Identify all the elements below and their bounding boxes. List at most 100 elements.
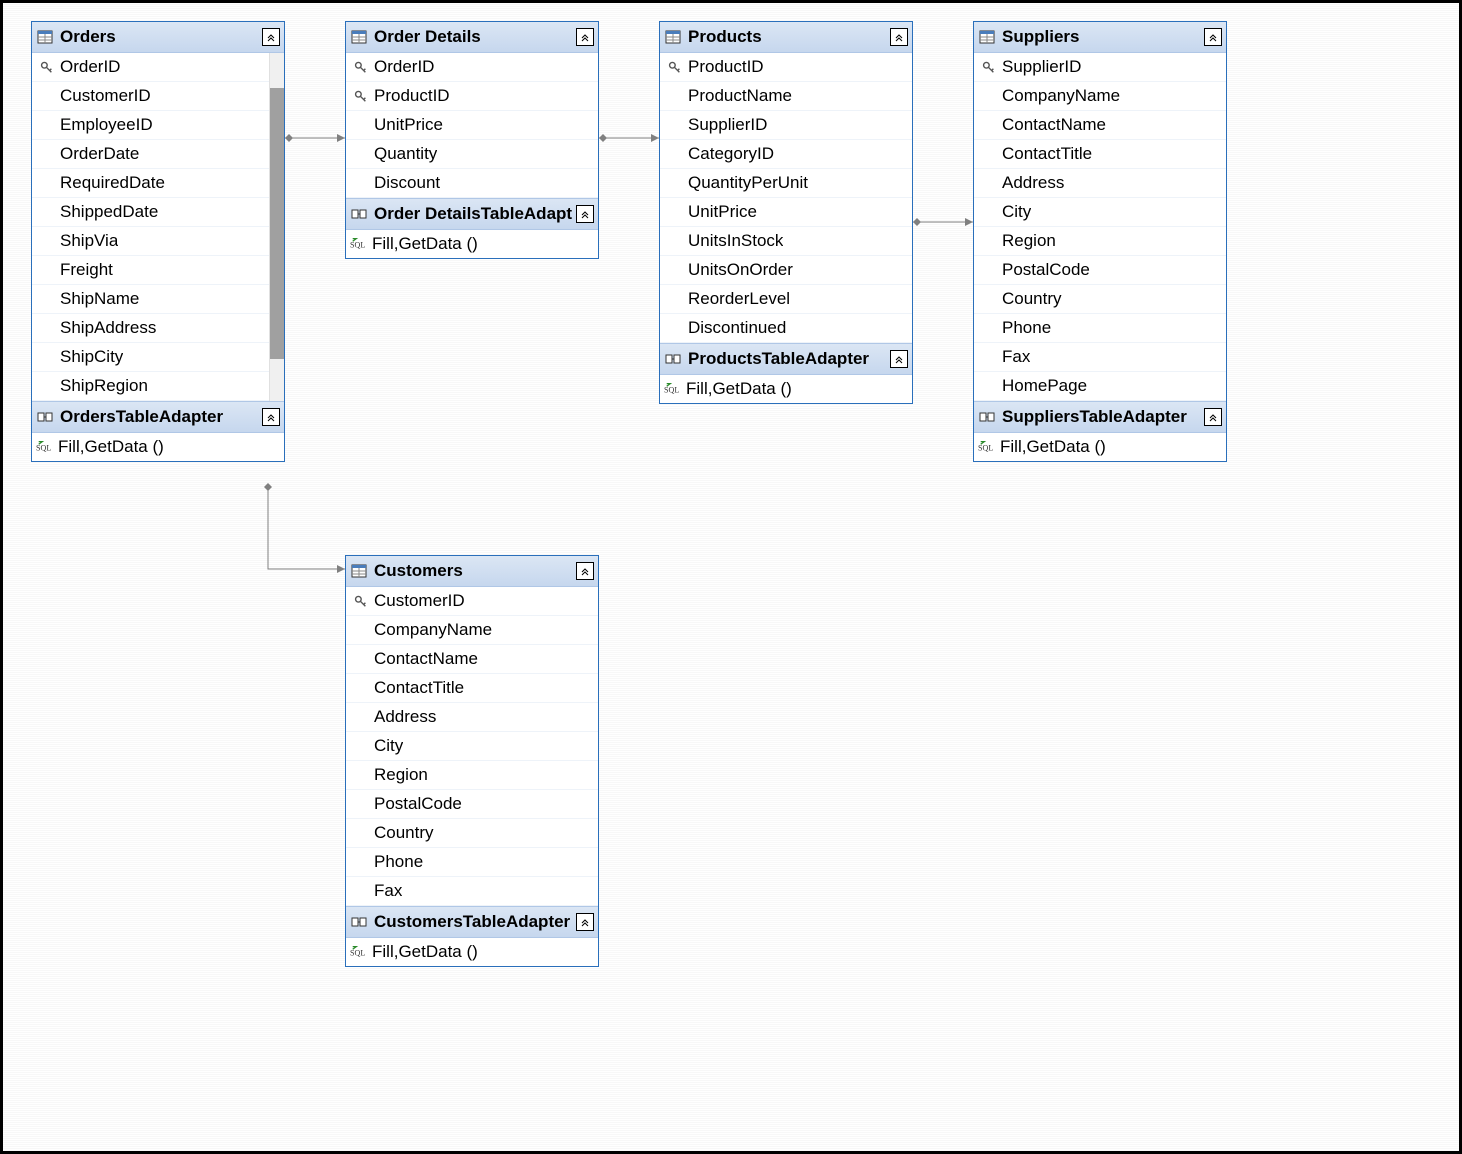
column-name: SupplierID [1000, 57, 1081, 77]
column-row[interactable]: ContactTitle [974, 140, 1226, 169]
column-row[interactable]: ContactName [346, 645, 598, 674]
column-row[interactable]: ContactTitle [346, 674, 598, 703]
column-row[interactable]: SupplierID [660, 111, 912, 140]
column-row[interactable]: Country [974, 285, 1226, 314]
collapse-icon[interactable] [890, 350, 908, 368]
table-adapter-header[interactable]: Order DetailsTableAdapter [346, 198, 598, 230]
column-row[interactable]: OrderDate [32, 140, 269, 169]
collapse-icon[interactable] [1204, 28, 1222, 46]
table-header[interactable]: Order Details [346, 22, 598, 53]
column-row[interactable]: Country [346, 819, 598, 848]
column-name: Region [372, 765, 428, 785]
column-row[interactable]: ShipName [32, 285, 269, 314]
collapse-icon[interactable] [262, 28, 280, 46]
table-title: Order Details [372, 27, 572, 47]
column-row[interactable]: CustomerID [32, 82, 269, 111]
svg-text:SQL: SQL [350, 241, 365, 250]
column-name: RequiredDate [58, 173, 165, 193]
column-row[interactable]: RequiredDate [32, 169, 269, 198]
dataset-designer-canvas[interactable]: OrdersOrderIDCustomerIDEmployeeIDOrderDa… [0, 0, 1462, 1154]
column-name: UnitPrice [686, 202, 757, 222]
table-orderdetails[interactable]: Order Details OrderIDProductIDUnitPrice Qu… [345, 21, 599, 259]
column-name: QuantityPerUnit [686, 173, 808, 193]
column-row[interactable]: Discount [346, 169, 598, 198]
column-row[interactable]: Region [974, 227, 1226, 256]
collapse-icon[interactable] [576, 562, 594, 580]
column-row[interactable]: Region [346, 761, 598, 790]
column-row[interactable]: Freight [32, 256, 269, 285]
table-icon [350, 562, 368, 580]
table-columns: SupplierID CompanyNameContactNameContactT… [974, 53, 1226, 401]
collapse-icon[interactable] [890, 28, 908, 46]
column-row[interactable]: ProductName [660, 82, 912, 111]
column-row[interactable]: Fax [346, 877, 598, 906]
column-row[interactable]: Address [346, 703, 598, 732]
adapter-method: Fill,GetData () [686, 379, 792, 399]
table-header[interactable]: Orders [32, 22, 284, 53]
table-adapter-header[interactable]: ProductsTableAdapter [660, 343, 912, 375]
column-row[interactable]: ShipVia [32, 227, 269, 256]
adapter-title: CustomersTableAdapter [372, 912, 572, 932]
column-name: Country [372, 823, 434, 843]
column-row[interactable]: CustomerID [346, 587, 598, 616]
column-name: Fax [1000, 347, 1030, 367]
column-row[interactable]: OrderID [346, 53, 598, 82]
column-name: ContactTitle [372, 678, 464, 698]
column-row[interactable]: UnitsInStock [660, 227, 912, 256]
column-row[interactable]: City [346, 732, 598, 761]
column-row[interactable]: Quantity [346, 140, 598, 169]
vertical-scrollbar[interactable] [269, 53, 284, 401]
column-name: Quantity [372, 144, 437, 164]
adapter-method-row[interactable]: SQLFill,GetData () [32, 433, 284, 461]
collapse-icon[interactable] [262, 408, 280, 426]
table-customers[interactable]: CustomersCustomerIDCompanyNameContactNam… [345, 555, 599, 967]
column-row[interactable]: Phone [346, 848, 598, 877]
column-row[interactable]: CompanyName [346, 616, 598, 645]
column-row[interactable]: Discontinued [660, 314, 912, 343]
column-row[interactable]: UnitPrice [346, 111, 598, 140]
table-products[interactable]: ProductsProductIDProductNameSupplierIDCa… [659, 21, 913, 404]
table-suppliers[interactable]: Suppliers SupplierID CompanyNameContactNam… [973, 21, 1227, 462]
column-row[interactable]: EmployeeID [32, 111, 269, 140]
adapter-method-row[interactable]: SQLFill,GetData () [660, 375, 912, 403]
column-row[interactable]: HomePage [974, 372, 1226, 401]
adapter-method-row[interactable]: SQLFill,GetData () [346, 230, 598, 258]
column-row[interactable]: SupplierID [974, 53, 1226, 82]
adapter-method-row[interactable]: SQLFill,GetData () [974, 433, 1226, 461]
table-orders[interactable]: OrdersOrderIDCustomerIDEmployeeIDOrderDa… [31, 21, 285, 462]
adapter-method-row[interactable]: SQLFill,GetData () [346, 938, 598, 966]
column-row[interactable]: ReorderLevel [660, 285, 912, 314]
column-row[interactable]: ProductID [346, 82, 598, 111]
column-row[interactable]: ShipAddress [32, 314, 269, 343]
column-row[interactable]: ShipCity [32, 343, 269, 372]
table-adapter-header[interactable]: OrdersTableAdapter [32, 401, 284, 433]
column-row[interactable]: OrderID [32, 53, 269, 82]
collapse-icon[interactable] [1204, 408, 1222, 426]
column-row[interactable]: PostalCode [346, 790, 598, 819]
column-row[interactable]: UnitPrice [660, 198, 912, 227]
table-icon [664, 28, 682, 46]
table-adapter-header[interactable]: SuppliersTableAdapter [974, 401, 1226, 433]
column-row[interactable]: PostalCode [974, 256, 1226, 285]
column-row[interactable]: QuantityPerUnit [660, 169, 912, 198]
collapse-icon[interactable] [576, 205, 594, 223]
column-row[interactable]: UnitsOnOrder [660, 256, 912, 285]
column-row[interactable]: ShipRegion [32, 372, 269, 401]
column-row[interactable]: Phone [974, 314, 1226, 343]
table-header[interactable]: Suppliers [974, 22, 1226, 53]
svg-text:SQL: SQL [36, 444, 51, 453]
column-row[interactable]: ContactName [974, 111, 1226, 140]
column-row[interactable]: Address [974, 169, 1226, 198]
table-header[interactable]: Products [660, 22, 912, 53]
table-adapter-header[interactable]: CustomersTableAdapter [346, 906, 598, 938]
collapse-icon[interactable] [576, 28, 594, 46]
column-row[interactable]: City [974, 198, 1226, 227]
column-row[interactable]: ProductID [660, 53, 912, 82]
collapse-icon[interactable] [576, 913, 594, 931]
column-row[interactable]: ShippedDate [32, 198, 269, 227]
column-row[interactable]: CompanyName [974, 82, 1226, 111]
column-row[interactable]: CategoryID [660, 140, 912, 169]
table-header[interactable]: Customers [346, 556, 598, 587]
adapter-icon [350, 205, 368, 223]
column-row[interactable]: Fax [974, 343, 1226, 372]
